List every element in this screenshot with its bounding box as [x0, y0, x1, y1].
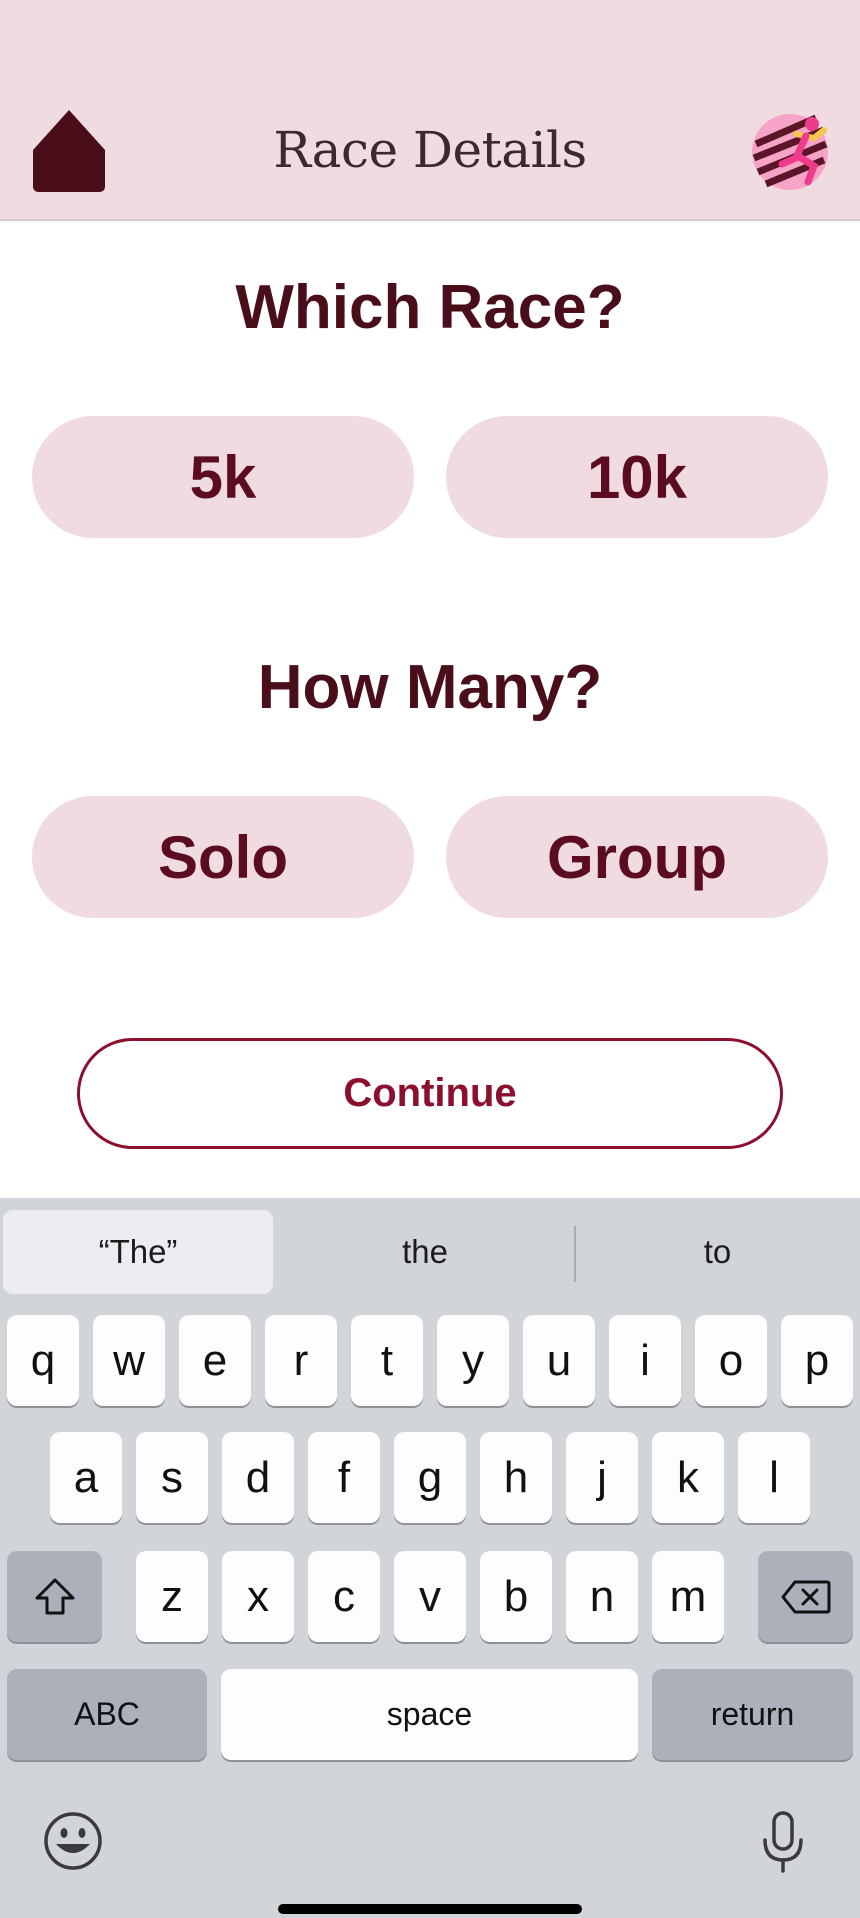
key-q[interactable]: q [7, 1315, 79, 1406]
key-s[interactable]: s [136, 1432, 208, 1523]
key-h[interactable]: h [480, 1432, 552, 1523]
header-bar: Race Details [0, 0, 860, 221]
suggestion-3[interactable]: to [580, 1210, 855, 1294]
emoji-icon[interactable] [42, 1810, 104, 1872]
key-d[interactable]: d [222, 1432, 294, 1523]
key-o[interactable]: o [695, 1315, 767, 1406]
page-title: Race Details [273, 121, 587, 179]
key-r[interactable]: r [265, 1315, 337, 1406]
abc-key[interactable]: ABC [7, 1669, 207, 1760]
continue-button[interactable]: Continue [77, 1038, 783, 1149]
home-icon[interactable] [33, 110, 105, 192]
key-j[interactable]: j [566, 1432, 638, 1523]
microphone-icon[interactable] [760, 1810, 806, 1874]
home-indicator [278, 1904, 582, 1914]
key-t[interactable]: t [351, 1315, 423, 1406]
return-key[interactable]: return [652, 1669, 853, 1760]
participants-question-heading: How Many? [257, 653, 603, 722]
key-x[interactable]: x [222, 1551, 294, 1642]
solo-button[interactable]: Solo [32, 796, 414, 918]
key-u[interactable]: u [523, 1315, 595, 1406]
key-g[interactable]: g [394, 1432, 466, 1523]
key-c[interactable]: c [308, 1551, 380, 1642]
backspace-key[interactable] [758, 1551, 853, 1642]
shift-key[interactable] [7, 1551, 102, 1642]
group-button[interactable]: Group [446, 796, 828, 918]
race-10k-button[interactable]: 10k [446, 416, 828, 538]
key-m[interactable]: m [652, 1551, 724, 1642]
key-v[interactable]: v [394, 1551, 466, 1642]
race-5k-button[interactable]: 5k [32, 416, 414, 538]
space-key[interactable]: space [221, 1669, 638, 1760]
shift-icon [35, 1578, 74, 1614]
key-n[interactable]: n [566, 1551, 638, 1642]
race-question-heading: Which Race? [235, 273, 625, 342]
runner-logo [752, 114, 828, 190]
key-a[interactable]: a [50, 1432, 122, 1523]
key-f[interactable]: f [308, 1432, 380, 1523]
key-y[interactable]: y [437, 1315, 509, 1406]
onscreen-keyboard: “The” the to q w e r t y u i o p a s d f… [0, 1198, 860, 1918]
backspace-icon [781, 1580, 830, 1613]
key-k[interactable]: k [652, 1432, 724, 1523]
key-p[interactable]: p [781, 1315, 853, 1406]
suggestion-divider [574, 1226, 576, 1282]
key-z[interactable]: z [136, 1551, 208, 1642]
suggestion-1[interactable]: “The” [3, 1210, 273, 1294]
key-i[interactable]: i [609, 1315, 681, 1406]
key-b[interactable]: b [480, 1551, 552, 1642]
key-w[interactable]: w [93, 1315, 165, 1406]
key-e[interactable]: e [179, 1315, 251, 1406]
key-l[interactable]: l [738, 1432, 810, 1523]
suggestion-2[interactable]: the [280, 1210, 570, 1294]
